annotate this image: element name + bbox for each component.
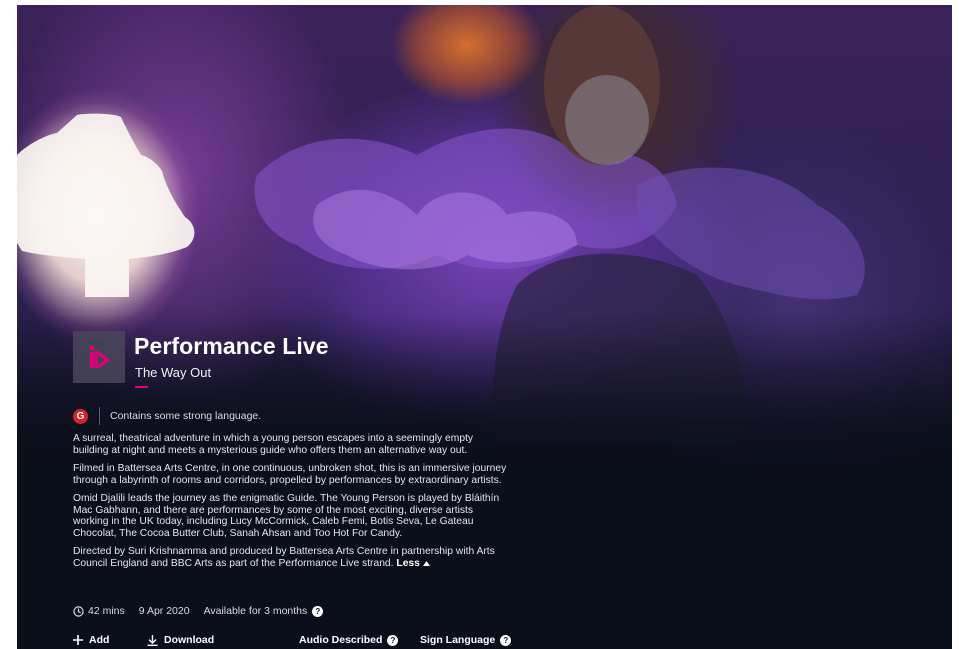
programme-description: A surreal, theatrical adventure in which… xyxy=(73,433,509,576)
episode-title: The Way Out xyxy=(135,365,212,380)
add-label: Add xyxy=(89,634,110,646)
description-paragraph: Filmed in Battersea Arts Centre, in one … xyxy=(73,462,507,486)
duration: 42 mins xyxy=(73,605,125,617)
programme-page: Performance Live The Way Out G Contains … xyxy=(17,5,952,649)
guidance-text: Contains some strong language. xyxy=(110,410,262,422)
audio-described-label: Audio Described xyxy=(299,634,383,646)
audio-described-button[interactable]: Audio Described ? xyxy=(299,634,399,646)
title-underline xyxy=(135,386,148,388)
action-bar: Add Download Audio Described ? Sign Lang… xyxy=(73,634,513,649)
less-button[interactable]: Less xyxy=(396,557,430,569)
description-paragraph: A surreal, theatrical adventure in which… xyxy=(73,433,474,456)
description-paragraph: Directed by Suri Krishnamma and produced… xyxy=(73,546,509,569)
description-text: Directed by Suri Krishnamma and produced… xyxy=(73,546,495,569)
question-icon[interactable]: ? xyxy=(312,605,324,617)
guidance-badge: G xyxy=(73,408,88,424)
add-button[interactable]: Add xyxy=(73,634,109,646)
description-paragraph: Omid Djalili leads the journey as the en… xyxy=(73,492,500,539)
sign-language-label: Sign Language xyxy=(420,634,496,646)
less-label: Less xyxy=(396,557,420,569)
download-icon xyxy=(147,634,158,646)
availability-text: Available for 3 months xyxy=(203,605,308,617)
guidance-divider xyxy=(99,407,100,425)
clock-icon xyxy=(73,605,84,617)
first-shown-date: 9 Apr 2020 xyxy=(138,605,190,617)
duration-text: 42 mins xyxy=(88,605,125,617)
iplayer-play-icon xyxy=(90,346,109,368)
programme-title: Performance Live xyxy=(134,333,329,359)
guidance-row: G Contains some strong language. xyxy=(73,407,261,425)
download-label: Download xyxy=(164,634,215,646)
question-icon: ? xyxy=(387,634,399,646)
plus-icon xyxy=(73,635,83,645)
availability: Available for 3 months ? xyxy=(204,605,324,617)
question-icon: ? xyxy=(500,634,512,646)
brand-logo[interactable] xyxy=(73,331,125,383)
sign-language-button[interactable]: Sign Language ? xyxy=(420,634,512,646)
chevron-up-icon xyxy=(422,560,430,566)
programme-meta: 42 mins 9 Apr 2020 Available for 3 month… xyxy=(73,605,337,617)
download-button[interactable]: Download xyxy=(147,634,214,646)
